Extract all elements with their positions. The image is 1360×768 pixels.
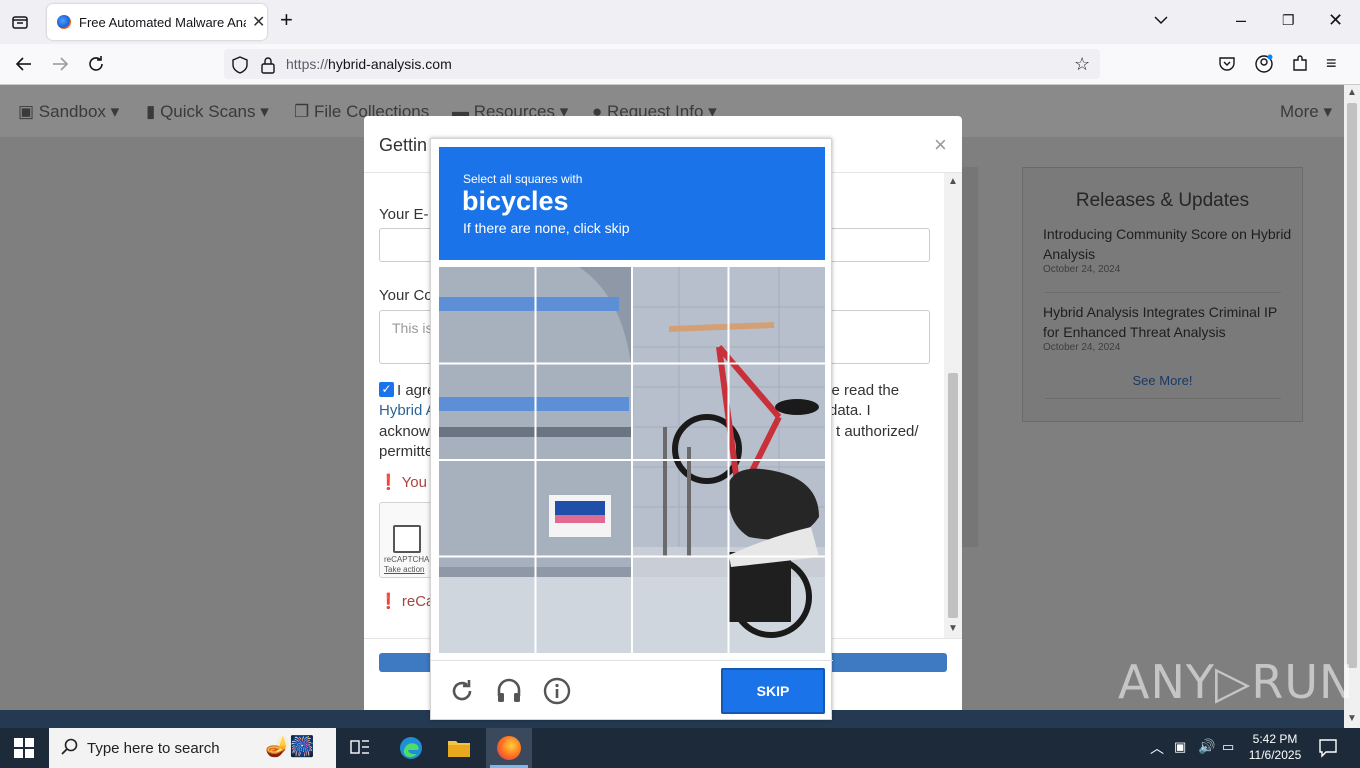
nav-quick-scans-label: Quick Scans ▾ xyxy=(160,102,269,121)
release-item[interactable]: Hybrid Analysis Integrates Criminal IP f… xyxy=(1043,302,1293,354)
info-icon[interactable] xyxy=(542,676,572,706)
error-icon: ❗ xyxy=(379,474,398,491)
tab-title: Free Automated Malware Analy xyxy=(79,14,246,30)
street-bicycle-image xyxy=(439,267,825,653)
agree-text-line: permitte xyxy=(379,443,434,460)
release-item-title: Hybrid Analysis Integrates Criminal IP f… xyxy=(1043,304,1277,340)
reload-challenge-icon[interactable] xyxy=(447,676,477,706)
recaptcha-label: reCAPTCHA xyxy=(384,555,430,564)
comment-label: Your Co xyxy=(379,287,433,304)
agree-text-line: t authorized/ xyxy=(836,423,919,440)
extensions-icon[interactable] xyxy=(1290,54,1310,78)
agree-text-line: ve read the xyxy=(824,382,900,399)
challenge-instruction: Select all squares with xyxy=(463,172,583,186)
release-item-title: Introducing Community Score on Hybrid An… xyxy=(1043,226,1292,262)
url-host: hybrid-analysis.com xyxy=(328,56,452,72)
taskbar-search-box[interactable]: Type here to search 🪔🎆 xyxy=(49,728,336,768)
file-explorer-icon[interactable] xyxy=(437,733,481,763)
back-icon[interactable] xyxy=(14,54,34,78)
audio-challenge-icon[interactable] xyxy=(494,676,524,706)
nav-sandbox[interactable]: ▣ Sandbox ▾ xyxy=(18,102,119,122)
release-item-date: October 24, 2024 xyxy=(1043,342,1121,353)
nav-sandbox-label: Sandbox ▾ xyxy=(38,102,120,121)
url-scheme: https:// xyxy=(286,56,329,72)
firefox-favicon-icon xyxy=(57,15,71,29)
nav-more[interactable]: More ▾ xyxy=(1280,102,1332,122)
release-item[interactable]: Introducing Community Score on Hybrid An… xyxy=(1043,224,1293,276)
search-icon xyxy=(61,738,79,760)
skip-button[interactable]: SKIP xyxy=(721,668,825,714)
agree-text-line: acknow xyxy=(379,423,430,440)
terms-link[interactable]: Hybrid A xyxy=(379,402,436,419)
notifications-icon[interactable] xyxy=(1318,738,1338,763)
challenge-hint: If there are none, click skip xyxy=(463,220,630,236)
close-window-icon[interactable]: ✕ xyxy=(1328,10,1343,30)
releases-panel: Releases & Updates Introducing Community… xyxy=(1022,167,1303,422)
tab-list-icon[interactable] xyxy=(10,12,30,36)
tracking-shield-icon[interactable] xyxy=(232,56,248,79)
modal-scrollbar[interactable]: ▲ ▼ xyxy=(944,173,962,638)
display-icon[interactable]: ▭ xyxy=(1222,739,1234,755)
scroll-down-icon[interactable]: ▼ xyxy=(1347,713,1357,724)
divider xyxy=(1045,292,1281,293)
modal-close-button[interactable]: × xyxy=(934,132,947,158)
background-panel xyxy=(962,167,978,547)
challenge-keyword: bicycles xyxy=(462,186,569,216)
anyrun-watermark: ANY▷RUN xyxy=(1118,655,1355,709)
scroll-thumb[interactable] xyxy=(948,373,958,618)
page-scrollbar[interactable]: ▲ ▼ xyxy=(1344,85,1360,728)
close-tab-icon[interactable]: ✕ xyxy=(252,12,265,32)
see-more-link[interactable]: See More! xyxy=(1023,373,1302,388)
lock-icon[interactable] xyxy=(260,56,276,79)
challenge-image-grid xyxy=(439,267,825,653)
firefox-taskbar-button[interactable] xyxy=(486,728,532,768)
agree-checkbox[interactable]: ✓ xyxy=(379,382,394,397)
list-all-tabs-icon[interactable] xyxy=(1152,11,1170,33)
search-placeholder: Type here to search xyxy=(87,739,220,757)
network-icon[interactable]: ▣ xyxy=(1174,739,1186,755)
error-message: ❗ You r xyxy=(379,473,436,491)
task-view-icon[interactable] xyxy=(338,733,382,763)
taskbar-clock[interactable]: 5:42 PM 11/6/2025 xyxy=(1248,731,1302,763)
clock-date: 11/6/2025 xyxy=(1248,748,1302,762)
agree-text-line: data. I xyxy=(829,402,871,419)
bookmark-star-icon[interactable]: ☆ xyxy=(1074,54,1090,74)
account-icon[interactable] xyxy=(1254,54,1274,78)
browser-tab-active[interactable]: Free Automated Malware Analy ✕ xyxy=(47,4,267,40)
recaptcha-checkbox[interactable] xyxy=(393,525,421,553)
minimize-icon[interactable]: – xyxy=(1236,10,1246,30)
new-tab-icon[interactable]: + xyxy=(280,9,293,31)
recaptcha-action-link[interactable]: Take action xyxy=(384,565,424,574)
divider xyxy=(1045,398,1281,399)
modal-title: Gettin xyxy=(379,135,428,155)
recaptcha-challenge: Select all squares with bicycles If ther… xyxy=(430,138,833,720)
show-hidden-icons-icon[interactable]: ︿ xyxy=(1150,738,1164,758)
challenge-header: Select all squares with bicycles If ther… xyxy=(439,147,825,260)
scroll-up-icon[interactable]: ▲ xyxy=(1347,87,1357,98)
scroll-down-icon[interactable]: ▼ xyxy=(948,623,958,634)
comment-placeholder: This is xyxy=(392,320,433,336)
clock-time: 5:42 PM xyxy=(1252,732,1298,746)
maximize-icon[interactable]: ❐ xyxy=(1282,10,1295,30)
scroll-thumb[interactable] xyxy=(1347,103,1357,668)
menu-hamburger-icon[interactable]: ≡ xyxy=(1326,53,1337,73)
forward-icon[interactable] xyxy=(50,54,70,78)
nav-quick-scans[interactable]: ▮ Quick Scans ▾ xyxy=(146,102,269,122)
reload-icon[interactable] xyxy=(86,54,106,78)
edge-browser-icon[interactable] xyxy=(389,733,433,763)
releases-title: Releases & Updates xyxy=(1075,190,1250,211)
email-label: Your E- xyxy=(379,206,429,223)
windows-start-icon[interactable] xyxy=(14,738,34,763)
volume-icon[interactable]: 🔊 xyxy=(1198,738,1215,755)
firefox-icon xyxy=(497,736,521,760)
url-bar[interactable]: https://hybrid-analysis.com xyxy=(224,49,1100,79)
divider xyxy=(431,660,833,661)
release-item-date: October 24, 2024 xyxy=(1043,264,1121,275)
scroll-up-icon[interactable]: ▲ xyxy=(948,176,958,187)
error-icon: ❗ xyxy=(379,593,398,610)
pocket-icon[interactable] xyxy=(1218,54,1236,76)
search-highlight-icon: 🪔🎆 xyxy=(265,736,315,758)
